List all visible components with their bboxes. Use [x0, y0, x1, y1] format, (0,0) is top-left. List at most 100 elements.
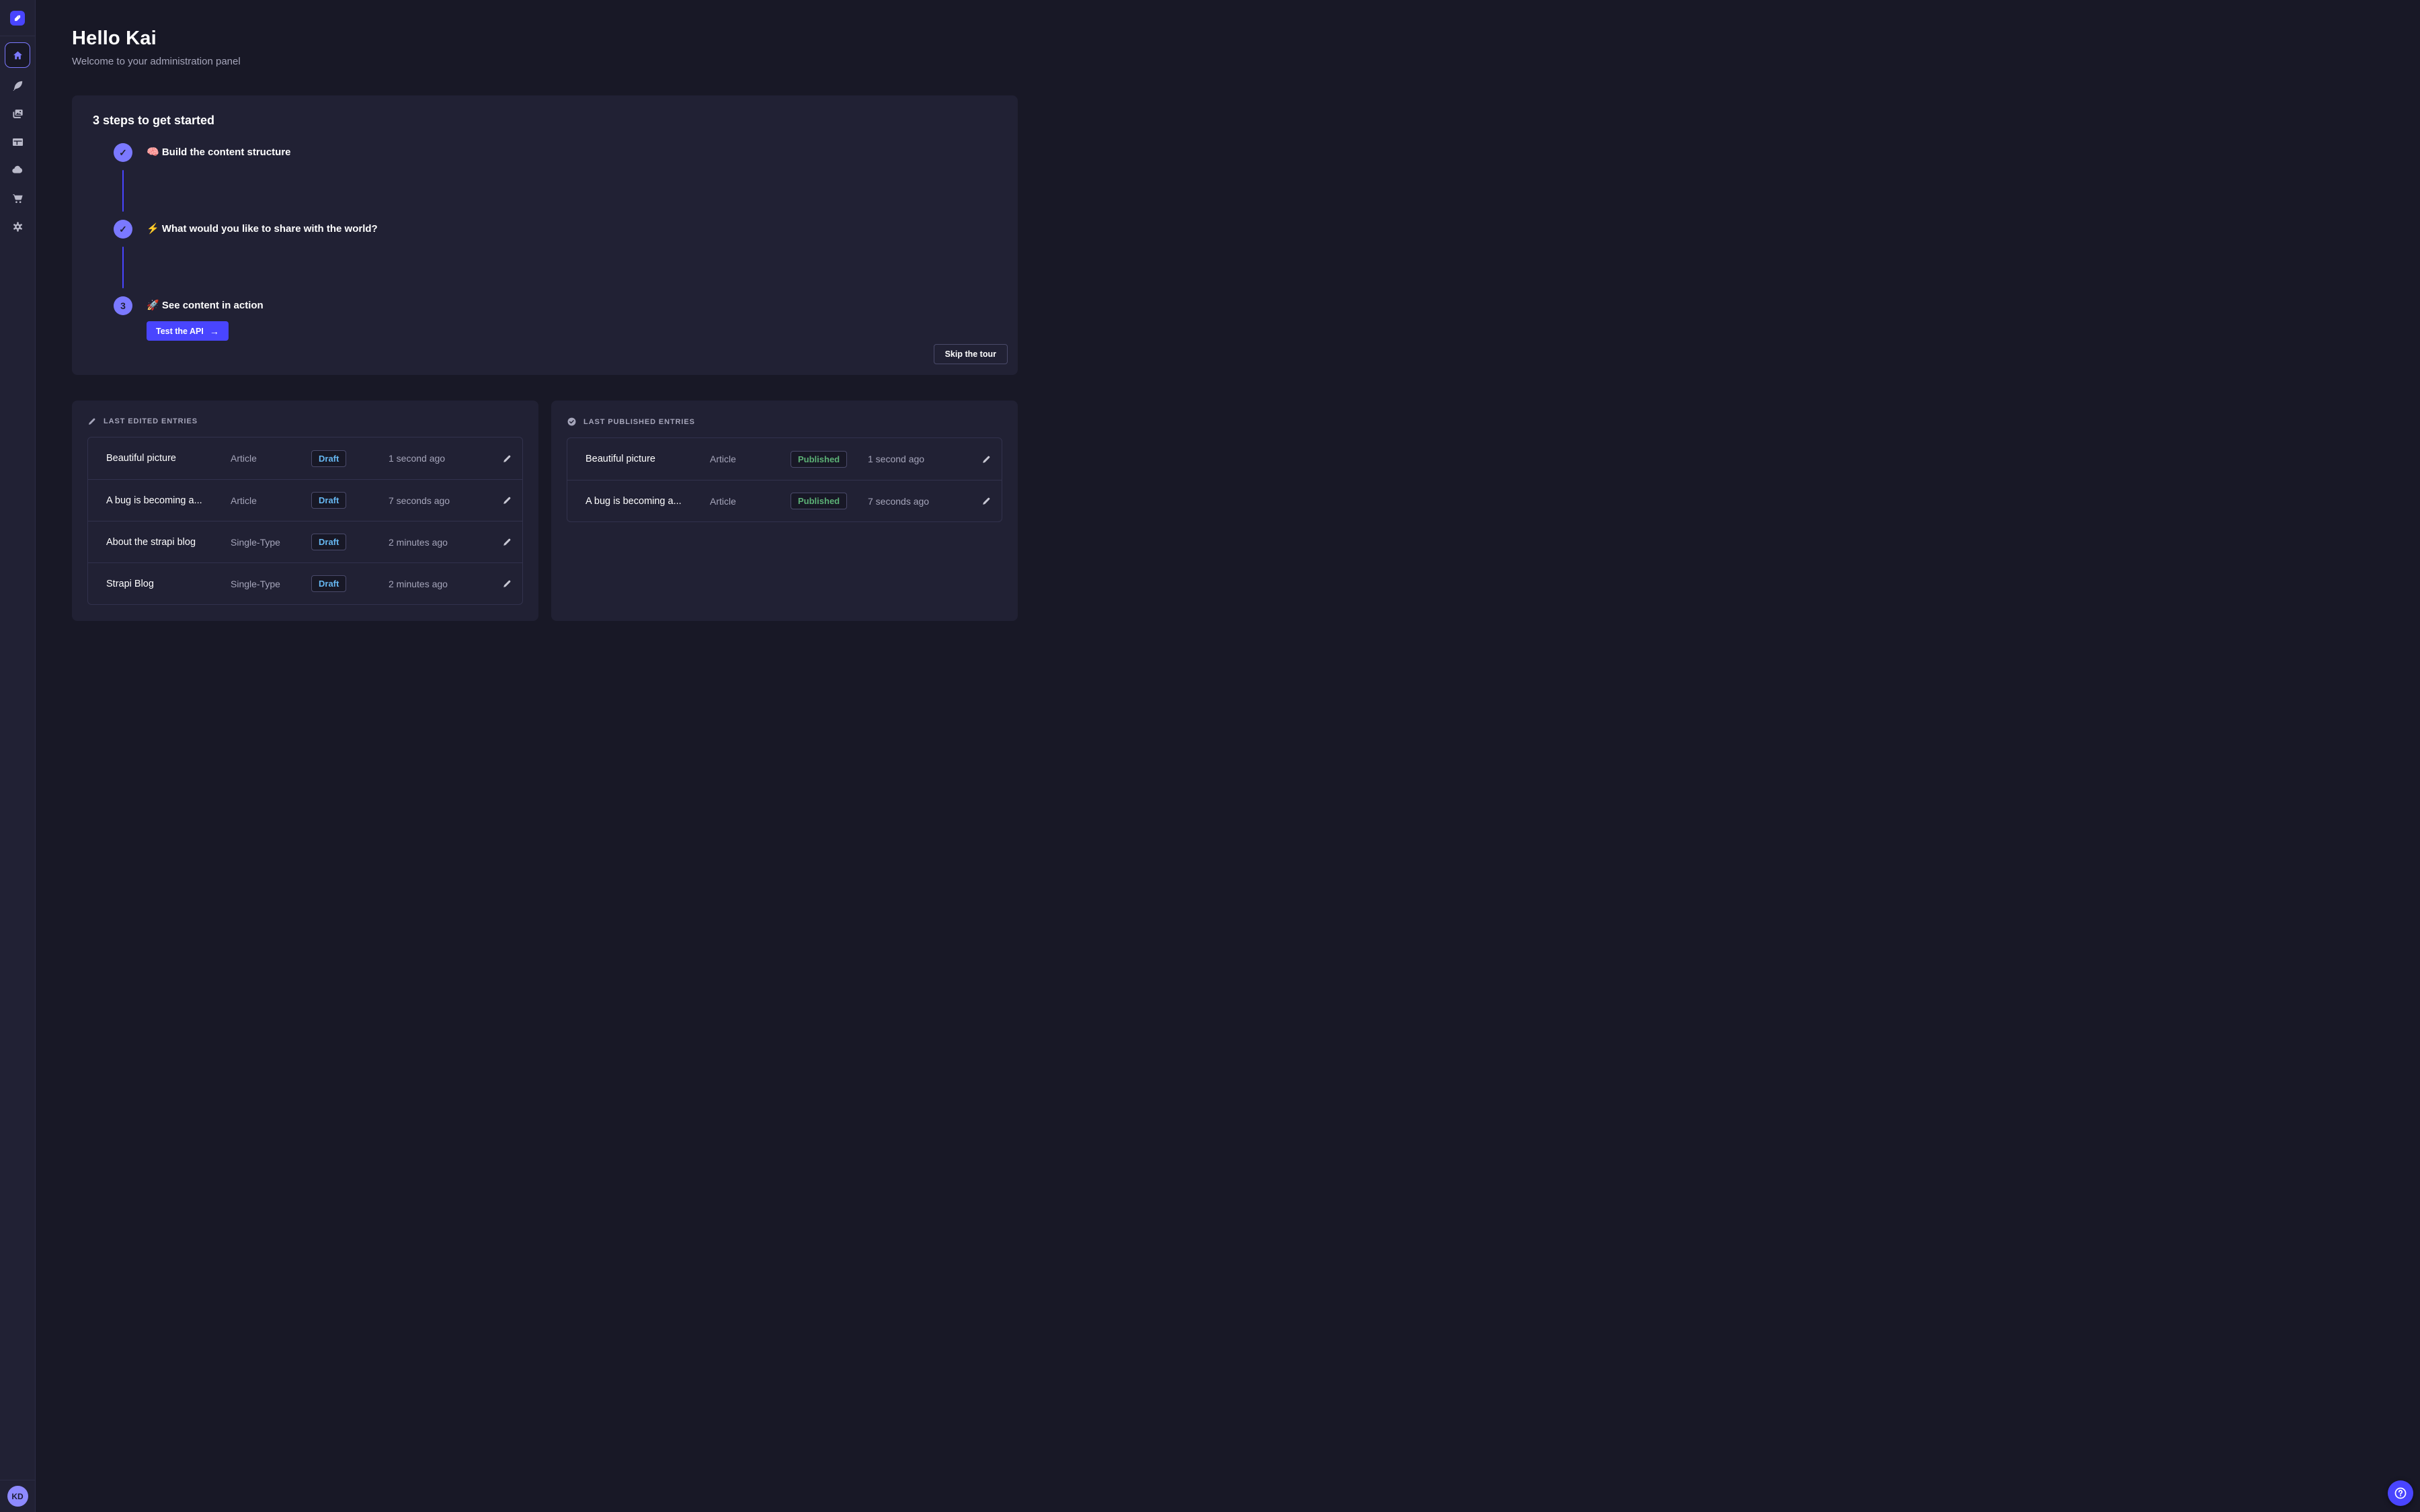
entry-title: Strapi Blog — [106, 579, 231, 589]
step-label: ⚡ What would you like to share with the … — [147, 220, 1008, 239]
guided-tour-card: 3 steps to get started ✓ 🧠 Build the con… — [72, 95, 1018, 375]
feather-icon — [11, 79, 24, 92]
entry-title: A bug is becoming a... — [106, 495, 231, 506]
pencil-icon — [502, 495, 512, 505]
last-published-title: LAST PUBLISHED ENTRIES — [583, 418, 695, 426]
pencil-icon — [981, 454, 992, 464]
pencil-icon — [502, 579, 512, 589]
strapi-logo-glyph — [13, 13, 22, 23]
status-badge: Draft — [311, 450, 346, 467]
main-content: Hello Kai Welcome to your administration… — [36, 0, 1054, 621]
pencil-icon — [502, 537, 512, 547]
table-row[interactable]: Beautiful picture Article Published 1 se… — [567, 438, 1002, 480]
table-row[interactable]: Strapi Blog Single-Type Draft 2 minutes … — [88, 562, 522, 604]
entry-type: Article — [231, 495, 311, 506]
sidebar-footer: KD — [0, 1480, 35, 1512]
entry-title: Beautiful picture — [586, 454, 710, 464]
step-number-bullet: 3 — [114, 296, 132, 315]
step-check-bullet: ✓ — [114, 143, 132, 162]
home-icon — [11, 49, 24, 62]
step-see-content-in-action: 3 🚀 See content in action Test the API → — [93, 296, 1008, 341]
step-label: 🧠 Build the content structure — [147, 143, 1008, 162]
edit-entry-button[interactable] — [499, 493, 515, 508]
entry-type: Single-Type — [231, 579, 311, 589]
pencil-icon — [981, 496, 992, 506]
last-edited-entries-widget: LAST EDITED ENTRIES Beautiful picture Ar… — [72, 401, 538, 621]
avatar[interactable]: KD — [7, 1486, 28, 1507]
status-badge: Published — [791, 493, 847, 509]
last-published-header: LAST PUBLISHED ENTRIES — [567, 417, 1002, 427]
arrow-right-icon: → — [210, 327, 219, 336]
entry-status: Published — [791, 493, 868, 509]
sidebar-item-content-manager[interactable] — [4, 128, 31, 155]
question-mark-icon — [2393, 1486, 2408, 1501]
entry-title: About the strapi blog — [106, 537, 231, 548]
last-edited-header: LAST EDITED ENTRIES — [87, 417, 523, 426]
entry-type: Article — [710, 454, 791, 464]
pencil-icon — [502, 454, 512, 464]
help-button[interactable] — [2388, 1480, 2413, 1506]
entry-title: A bug is becoming a... — [586, 496, 710, 507]
table-row[interactable]: A bug is becoming a... Article Draft 7 s… — [88, 479, 522, 521]
skip-the-tour-button[interactable]: Skip the tour — [934, 344, 1008, 364]
entry-time: 2 minutes ago — [389, 579, 491, 589]
status-badge: Draft — [311, 575, 346, 592]
step-check-bullet: ✓ — [114, 220, 132, 239]
widgets-row: LAST EDITED ENTRIES Beautiful picture Ar… — [72, 401, 1018, 621]
sidebar: KD — [0, 0, 36, 1512]
table-row[interactable]: About the strapi blog Single-Type Draft … — [88, 521, 522, 562]
check-circle-icon — [567, 417, 577, 427]
last-edited-title: LAST EDITED ENTRIES — [104, 417, 198, 425]
status-badge: Draft — [311, 534, 346, 550]
table-row[interactable]: Beautiful picture Article Draft 1 second… — [88, 437, 522, 479]
gear-icon — [11, 220, 24, 233]
cart-icon — [11, 192, 24, 205]
table-row[interactable]: A bug is becoming a... Article Published… — [567, 480, 1002, 521]
page-header: Hello Kai Welcome to your administration… — [72, 0, 1018, 67]
sidebar-item-content-type-builder[interactable] — [4, 72, 31, 99]
entry-type: Single-Type — [231, 537, 311, 548]
edit-entry-button[interactable] — [979, 452, 994, 467]
sidebar-item-cloud[interactable] — [4, 157, 31, 183]
edit-entry-button[interactable] — [499, 534, 515, 550]
entry-status: Draft — [311, 534, 389, 550]
entry-type: Article — [231, 453, 311, 464]
page-title: Hello Kai — [72, 28, 1018, 50]
step-label: 🚀 See content in action — [147, 296, 1008, 315]
entry-time: 1 second ago — [868, 454, 971, 464]
last-edited-table: Beautiful picture Article Draft 1 second… — [87, 437, 523, 605]
entry-time: 2 minutes ago — [389, 537, 491, 548]
strapi-logo[interactable] — [10, 11, 25, 26]
sidebar-nav — [4, 72, 31, 240]
test-the-api-button[interactable]: Test the API → — [147, 321, 229, 341]
sidebar-item-settings[interactable] — [4, 213, 31, 240]
entry-time: 7 seconds ago — [389, 495, 491, 506]
entry-status: Draft — [311, 575, 389, 592]
entry-title: Beautiful picture — [106, 453, 231, 464]
guided-tour-steps: ✓ 🧠 Build the content structure ✓ ⚡ What… — [93, 143, 1008, 341]
entry-status: Draft — [311, 450, 389, 467]
sidebar-item-media-library[interactable] — [4, 100, 31, 127]
entry-status: Draft — [311, 492, 389, 509]
step-share-with-world: ✓ ⚡ What would you like to share with th… — [93, 220, 1008, 296]
edit-entry-button[interactable] — [499, 576, 515, 591]
last-published-table: Beautiful picture Article Published 1 se… — [567, 437, 1002, 522]
edit-entry-button[interactable] — [499, 451, 515, 466]
layout-icon — [11, 136, 24, 149]
cloud-icon — [11, 163, 24, 177]
step-build-content-structure: ✓ 🧠 Build the content structure — [93, 143, 1008, 220]
edit-entry-button[interactable] — [979, 493, 994, 509]
entry-type: Article — [710, 496, 791, 507]
entry-time: 7 seconds ago — [868, 496, 971, 507]
page-subtitle: Welcome to your administration panel — [72, 56, 1018, 67]
pencil-icon — [87, 417, 97, 426]
entry-status: Published — [791, 451, 868, 468]
status-badge: Published — [791, 451, 847, 468]
guided-tour-title: 3 steps to get started — [93, 114, 1008, 128]
status-badge: Draft — [311, 492, 346, 509]
images-icon — [11, 108, 24, 120]
last-published-entries-widget: LAST PUBLISHED ENTRIES Beautiful picture… — [551, 401, 1018, 621]
sidebar-item-marketplace[interactable] — [4, 185, 31, 212]
entry-time: 1 second ago — [389, 453, 491, 464]
sidebar-item-home[interactable] — [5, 42, 30, 68]
